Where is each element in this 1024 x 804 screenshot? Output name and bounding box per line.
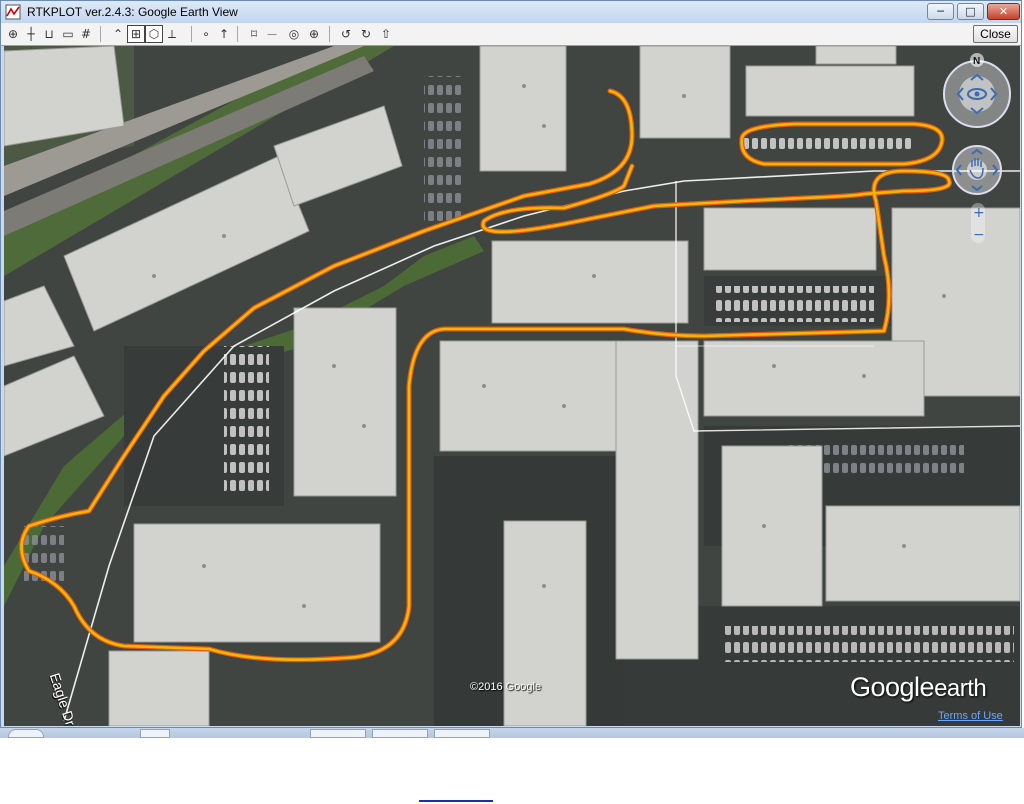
map-copyright: ©2016 Google (470, 681, 542, 693)
box-3d-icon-glyph: ⬡ (148, 27, 160, 41)
toolbar-separator (237, 26, 238, 42)
look-control[interactable] (943, 60, 1011, 128)
north-indicator[interactable]: N (970, 53, 984, 67)
rotate-left-icon-glyph: ↺ (340, 27, 352, 41)
window-close-button[interactable]: ✕ (987, 3, 1020, 20)
minimize-button[interactable]: ─ (927, 3, 954, 20)
arrow-up-icon-glyph: ↑ (218, 27, 230, 41)
polyline-icon[interactable]: ⌃ (109, 25, 127, 43)
grid-box-icon-glyph: ▭ (62, 27, 74, 41)
terms-of-use-link[interactable]: Terms of Use (938, 710, 1003, 722)
polyline-icon-glyph: ⌃ (112, 27, 124, 41)
up-circle-icon[interactable]: ⇧ (377, 25, 395, 43)
title-bar[interactable]: RTKPLOT ver.2.4.3: Google Earth View ─ □… (1, 1, 1021, 23)
axis-icon-glyph: ⟂ (167, 26, 176, 41)
rotate-right-icon-glyph: ↻ (360, 27, 372, 41)
crosshair-icon[interactable]: ┼ (22, 25, 40, 43)
google-earth-map[interactable]: N + − Eagle Dr ©2016 Google Googleearth … (4, 46, 1020, 726)
start-orb[interactable] (8, 729, 44, 738)
grid-box-icon[interactable]: ▭ (59, 25, 77, 43)
dot-icon[interactable]: ∘ (197, 25, 215, 43)
frame-icon[interactable]: ⌑ (245, 25, 263, 43)
scale-icon-glyph: ⊔ (44, 27, 54, 41)
number-icon-glyph: # (80, 27, 92, 41)
scale-icon[interactable]: ⊔ (40, 25, 58, 43)
pan-control[interactable] (952, 145, 1002, 195)
comment-icon-glyph: ◎ (288, 27, 300, 41)
logo-earth: earth (934, 675, 987, 702)
toolbar-separator (100, 26, 101, 42)
show-grid-icon-glyph: ⊞ (130, 27, 142, 41)
taskbar-item[interactable] (372, 729, 428, 738)
logo-google: Google (850, 672, 935, 702)
window-title: RTKPLOT ver.2.4.3: Google Earth View (27, 5, 238, 19)
box-3d-icon[interactable]: ⬡ (145, 25, 163, 43)
satellite-imagery (4, 46, 1020, 726)
dot-icon-glyph: ∘ (202, 27, 210, 41)
show-grid-icon[interactable]: ⊞ (127, 25, 145, 43)
rotate-right-icon[interactable]: ↻ (357, 25, 375, 43)
toolbar-separator (191, 26, 192, 42)
toolbar-separator (329, 26, 330, 42)
rotate-left-icon[interactable]: ↺ (337, 25, 355, 43)
target-icon-glyph: ⊕ (7, 27, 19, 41)
comment-icon[interactable]: ◎ (285, 25, 303, 43)
taskbar-item[interactable] (310, 729, 366, 738)
measure-icon[interactable]: ⏤ (263, 25, 281, 43)
axis-icon[interactable]: ⟂ (163, 25, 181, 43)
zoom-in-button[interactable]: + (973, 205, 985, 221)
number-icon[interactable]: # (77, 25, 95, 43)
maximize-button[interactable]: □ (957, 3, 984, 20)
crosshair-icon-glyph: ┼ (27, 27, 35, 41)
navigation-controls: N + − (943, 53, 1011, 243)
frame-icon-glyph: ⌑ (250, 27, 258, 41)
taskbar-item[interactable] (140, 729, 170, 738)
google-earth-logo: Googleearth (850, 672, 987, 703)
toolbar: ⊕ ┼ ⊔ ▭ # ⌃ ⊞ ⬡ ⟂ ∘ ↑ ⌑ ⏤ ◎ ⊕ ↺ ↻ ⇧ Close (1, 23, 1021, 46)
target-icon[interactable]: ⊕ (4, 25, 22, 43)
zoom-plus-icon[interactable]: ⊕ (305, 25, 323, 43)
measure-icon-glyph: ⏤ (267, 26, 277, 41)
close-button[interactable]: Close (973, 25, 1018, 43)
taskbar-item[interactable] (434, 729, 490, 738)
north-label: N (973, 56, 980, 67)
rtkplot-window: RTKPLOT ver.2.4.3: Google Earth View ─ □… (0, 0, 1022, 728)
zoom-plus-icon-glyph: ⊕ (308, 27, 320, 41)
arrow-up-icon[interactable]: ↑ (215, 25, 233, 43)
zoom-out-button[interactable]: − (973, 227, 985, 243)
up-circle-icon-glyph: ⇧ (380, 27, 392, 41)
app-icon (5, 4, 21, 20)
underline-mark (419, 800, 493, 802)
